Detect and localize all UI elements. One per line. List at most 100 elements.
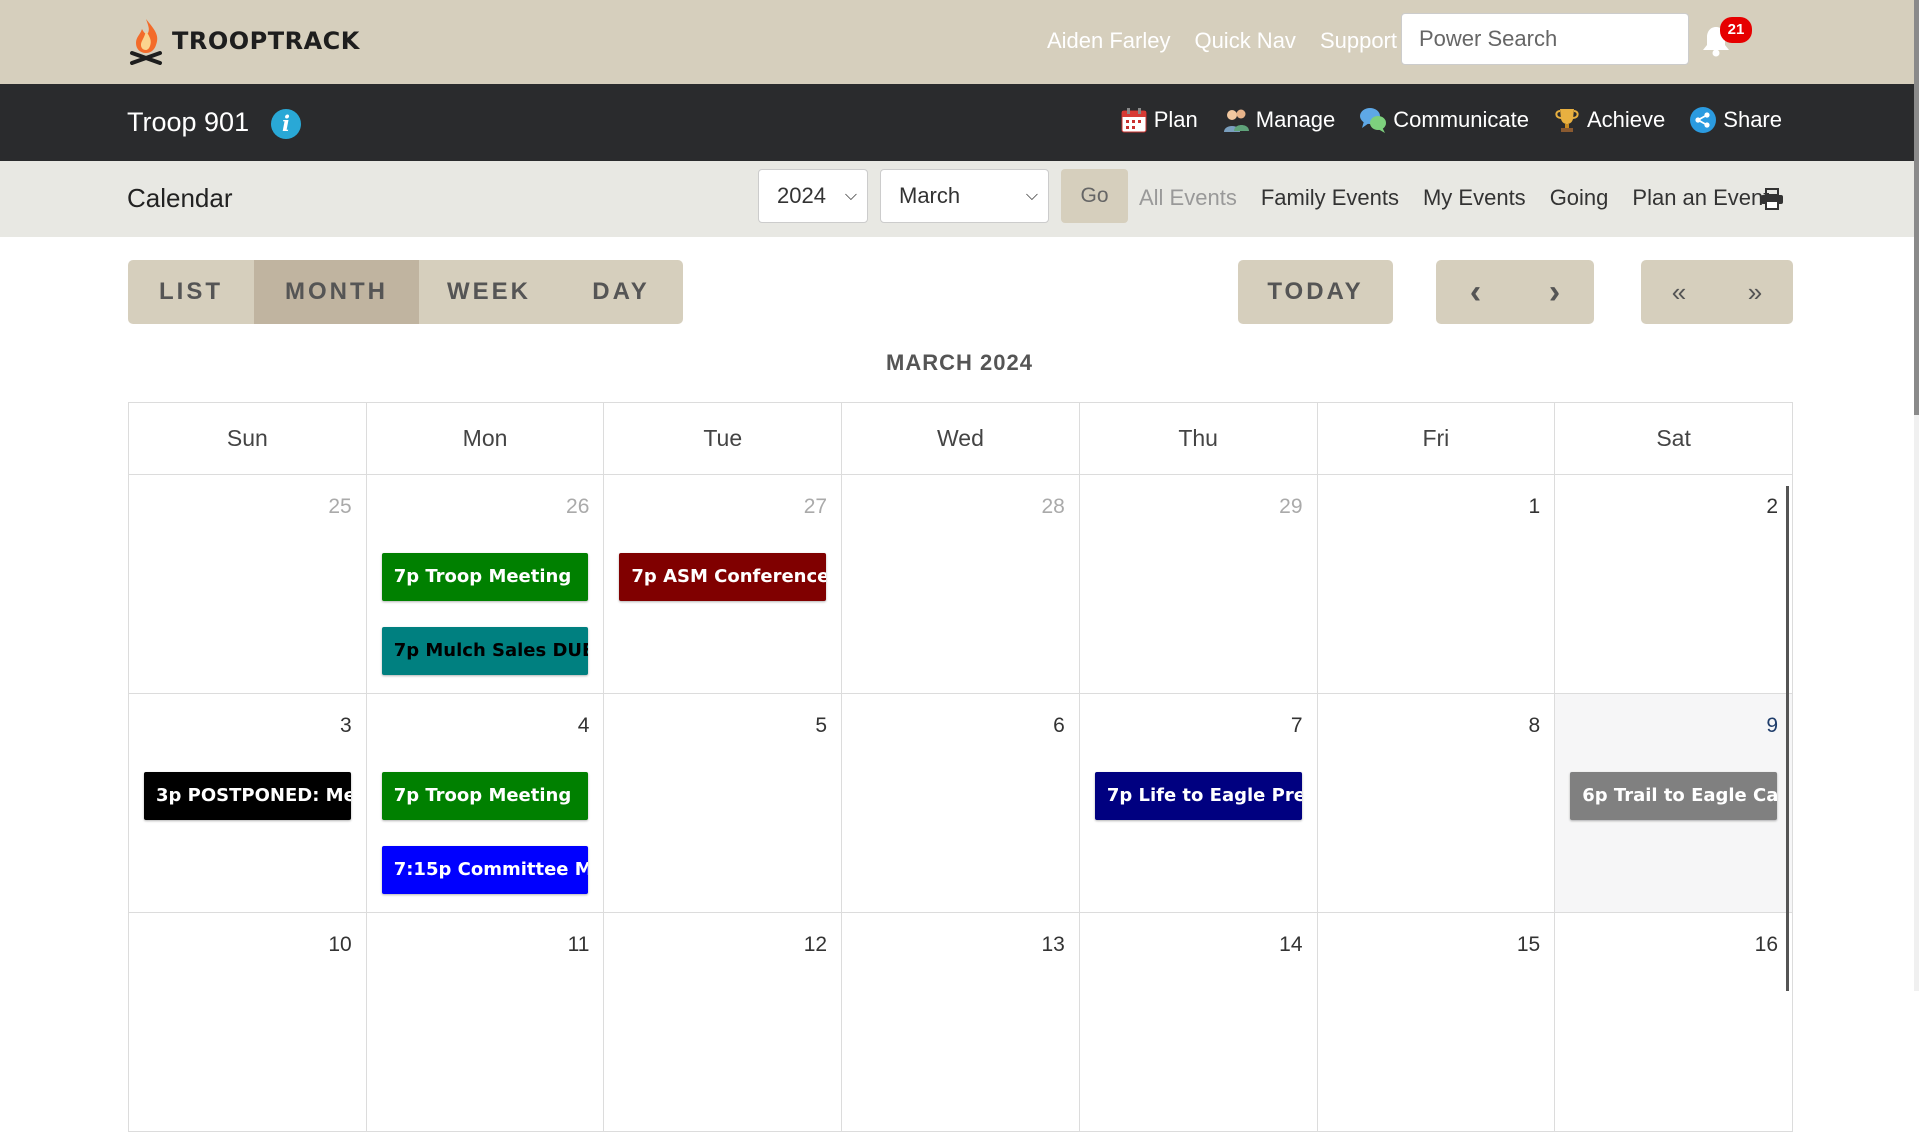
nav-manage-label: Manage <box>1255 107 1336 132</box>
main-nav-bar: Troop 901 i Plan Manage Communicate Achi… <box>0 84 1919 161</box>
nav-share[interactable]: Share <box>1689 106 1782 134</box>
day-number[interactable]: 2 <box>1766 495 1778 519</box>
chat-bubbles-icon <box>1359 106 1387 134</box>
nav-achieve[interactable]: Achieve <box>1553 106 1665 134</box>
scrollbar-thumb[interactable] <box>1914 0 1919 415</box>
month-select[interactable]: March ⌵ <box>880 169 1049 223</box>
support-link[interactable]: Support <box>1320 28 1397 54</box>
calendar-week-row: 10 11 12 13 14 15 16 <box>128 912 1793 1132</box>
nav-communicate[interactable]: Communicate <box>1359 106 1529 134</box>
day-view-button[interactable]: DAY <box>559 260 683 324</box>
day-number[interactable]: 3 <box>340 714 352 738</box>
calendar-day-cell[interactable]: 7 7p Life to Eagle Preser <box>1078 693 1318 913</box>
calendar-event[interactable]: 6p Trail to Eagle Camp <box>1570 772 1777 820</box>
quick-nav-link[interactable]: Quick Nav <box>1194 28 1295 54</box>
power-search-input[interactable] <box>1401 13 1689 65</box>
people-icon <box>1222 106 1250 134</box>
day-number[interactable]: 15 <box>1517 933 1540 957</box>
week-view-button[interactable]: WEEK <box>419 260 559 324</box>
calendar-day-cell[interactable]: 15 <box>1316 912 1556 1132</box>
chevron-right-icon[interactable]: › <box>1515 260 1594 324</box>
event-list: 3p POSTPONED: Merit <box>144 772 351 820</box>
day-number[interactable]: 1 <box>1529 495 1541 519</box>
calendar-day-cell[interactable]: 25 <box>128 474 367 694</box>
go-button[interactable]: Go <box>1061 169 1128 223</box>
going-link[interactable]: Going <box>1550 185 1609 211</box>
top-bar: TROOPTRACK Aiden Farley Quick Nav Suppor… <box>0 0 1919 84</box>
calendar-day-cell[interactable]: 8 <box>1316 693 1556 913</box>
month-view-button[interactable]: MONTH <box>254 260 419 324</box>
day-number[interactable]: 9 <box>1766 714 1778 738</box>
nav-plan[interactable]: Plan <box>1120 106 1198 134</box>
today-button[interactable]: TODAY <box>1238 260 1393 324</box>
day-number[interactable]: 29 <box>1279 495 1302 519</box>
day-number[interactable]: 5 <box>815 714 827 738</box>
day-number[interactable]: 26 <box>566 495 589 519</box>
calendar-day-cell[interactable]: 11 <box>365 912 605 1132</box>
event-list: 7p Life to Eagle Preser <box>1094 772 1302 820</box>
calendar-day-cell[interactable]: 12 <box>603 912 843 1132</box>
day-number[interactable]: 12 <box>804 933 827 957</box>
calendar-event[interactable]: 7p Troop Meeting <box>381 772 589 820</box>
calendar-day-cell[interactable]: 4 7p Troop Meeting 7:15p Committee Mee <box>365 693 605 913</box>
nav-manage[interactable]: Manage <box>1222 106 1336 134</box>
plan-an-event-link[interactable]: Plan an Event <box>1632 185 1769 211</box>
calendar-day-cell[interactable]: 10 <box>128 912 367 1132</box>
trophy-icon <box>1553 106 1581 134</box>
info-icon[interactable]: i <box>271 109 301 139</box>
calendar-day-cell[interactable]: 16 <box>1554 912 1793 1132</box>
day-number[interactable]: 14 <box>1279 933 1302 957</box>
year-nav-group: « » <box>1641 260 1793 324</box>
day-number[interactable]: 25 <box>328 495 351 519</box>
troop-name: Troop 901 <box>127 107 250 137</box>
double-chevron-right-icon[interactable]: » <box>1717 260 1793 324</box>
trooptrack-logo[interactable]: TROOPTRACK <box>126 17 360 65</box>
print-icon[interactable] <box>1760 188 1784 210</box>
calendar-day-cell[interactable]: 28 <box>841 474 1080 694</box>
calendar-title: MARCH 2024 <box>886 350 1033 375</box>
day-number[interactable]: 6 <box>1053 714 1065 738</box>
calendar-day-cell[interactable]: 9 6p Trail to Eagle Camp <box>1554 693 1793 913</box>
calendar-day-cell[interactable]: 2 <box>1554 474 1793 694</box>
list-view-button[interactable]: LIST <box>128 260 254 324</box>
day-number[interactable]: 28 <box>1041 495 1064 519</box>
nav-achieve-label: Achieve <box>1587 107 1666 132</box>
calendar-event[interactable]: 7p Life to Eagle Preser <box>1094 772 1302 820</box>
calendar-day-cell[interactable]: 3 3p POSTPONED: Merit <box>128 693 367 913</box>
calendar-day-cell[interactable]: 6 <box>841 693 1080 913</box>
day-number[interactable]: 16 <box>1755 933 1778 957</box>
calendar-day-cell[interactable]: 1 <box>1316 474 1556 694</box>
day-number[interactable]: 10 <box>328 933 351 957</box>
family-events-link[interactable]: Family Events <box>1261 185 1399 211</box>
all-events-link[interactable]: All Events <box>1139 185 1237 211</box>
day-number[interactable]: 27 <box>804 495 827 519</box>
double-chevron-left-icon[interactable]: « <box>1641 260 1717 324</box>
event-filter-links: All Events Family Events My Events Going… <box>1139 185 1769 211</box>
day-number[interactable]: 7 <box>1291 714 1303 738</box>
calendar-day-cell[interactable]: 14 <box>1078 912 1318 1132</box>
calendar-event[interactable]: 7p ASM Conference <box>619 553 827 601</box>
day-number[interactable]: 13 <box>1041 933 1064 957</box>
user-name-link[interactable]: Aiden Farley <box>1047 28 1171 54</box>
my-events-link[interactable]: My Events <box>1423 185 1526 211</box>
calendar-day-cell[interactable]: 5 <box>603 693 843 913</box>
calendar-event[interactable]: 7p Troop Meeting <box>381 553 589 601</box>
chevron-left-icon[interactable]: ‹ <box>1436 260 1515 324</box>
calendar-event[interactable]: 3p POSTPONED: Merit <box>144 772 351 820</box>
day-number[interactable]: 4 <box>578 714 590 738</box>
nav-communicate-label: Communicate <box>1393 107 1529 132</box>
calendar-day-cell[interactable]: 29 <box>1078 474 1318 694</box>
year-select-value: 2024 <box>777 183 826 208</box>
calendar-event[interactable]: 7p Mulch Sales DUE <box>381 627 589 675</box>
year-select[interactable]: 2024 ⌵ <box>758 169 868 223</box>
calendar-event[interactable]: 7:15p Committee Mee <box>381 846 589 894</box>
month-calendar: Sun Mon Tue Wed Thu Fri Sat 25 26 7p Troop Meeti… <box>128 402 1793 1132</box>
calendar-week-row: 3 3p POSTPONED: Merit 4 7p Troop Meeting 7:1… <box>128 693 1793 913</box>
calendar-day-cell[interactable]: 27 7p ASM Conference <box>603 474 843 694</box>
event-list: 6p Trail to Eagle Camp <box>1570 772 1777 820</box>
weekday-header: Tue <box>603 402 843 475</box>
day-number[interactable]: 8 <box>1529 714 1541 738</box>
calendar-day-cell[interactable]: 13 <box>841 912 1080 1132</box>
calendar-day-cell[interactable]: 26 7p Troop Meeting 7p Mulch Sales DUE <box>365 474 605 694</box>
day-number[interactable]: 11 <box>568 933 590 957</box>
